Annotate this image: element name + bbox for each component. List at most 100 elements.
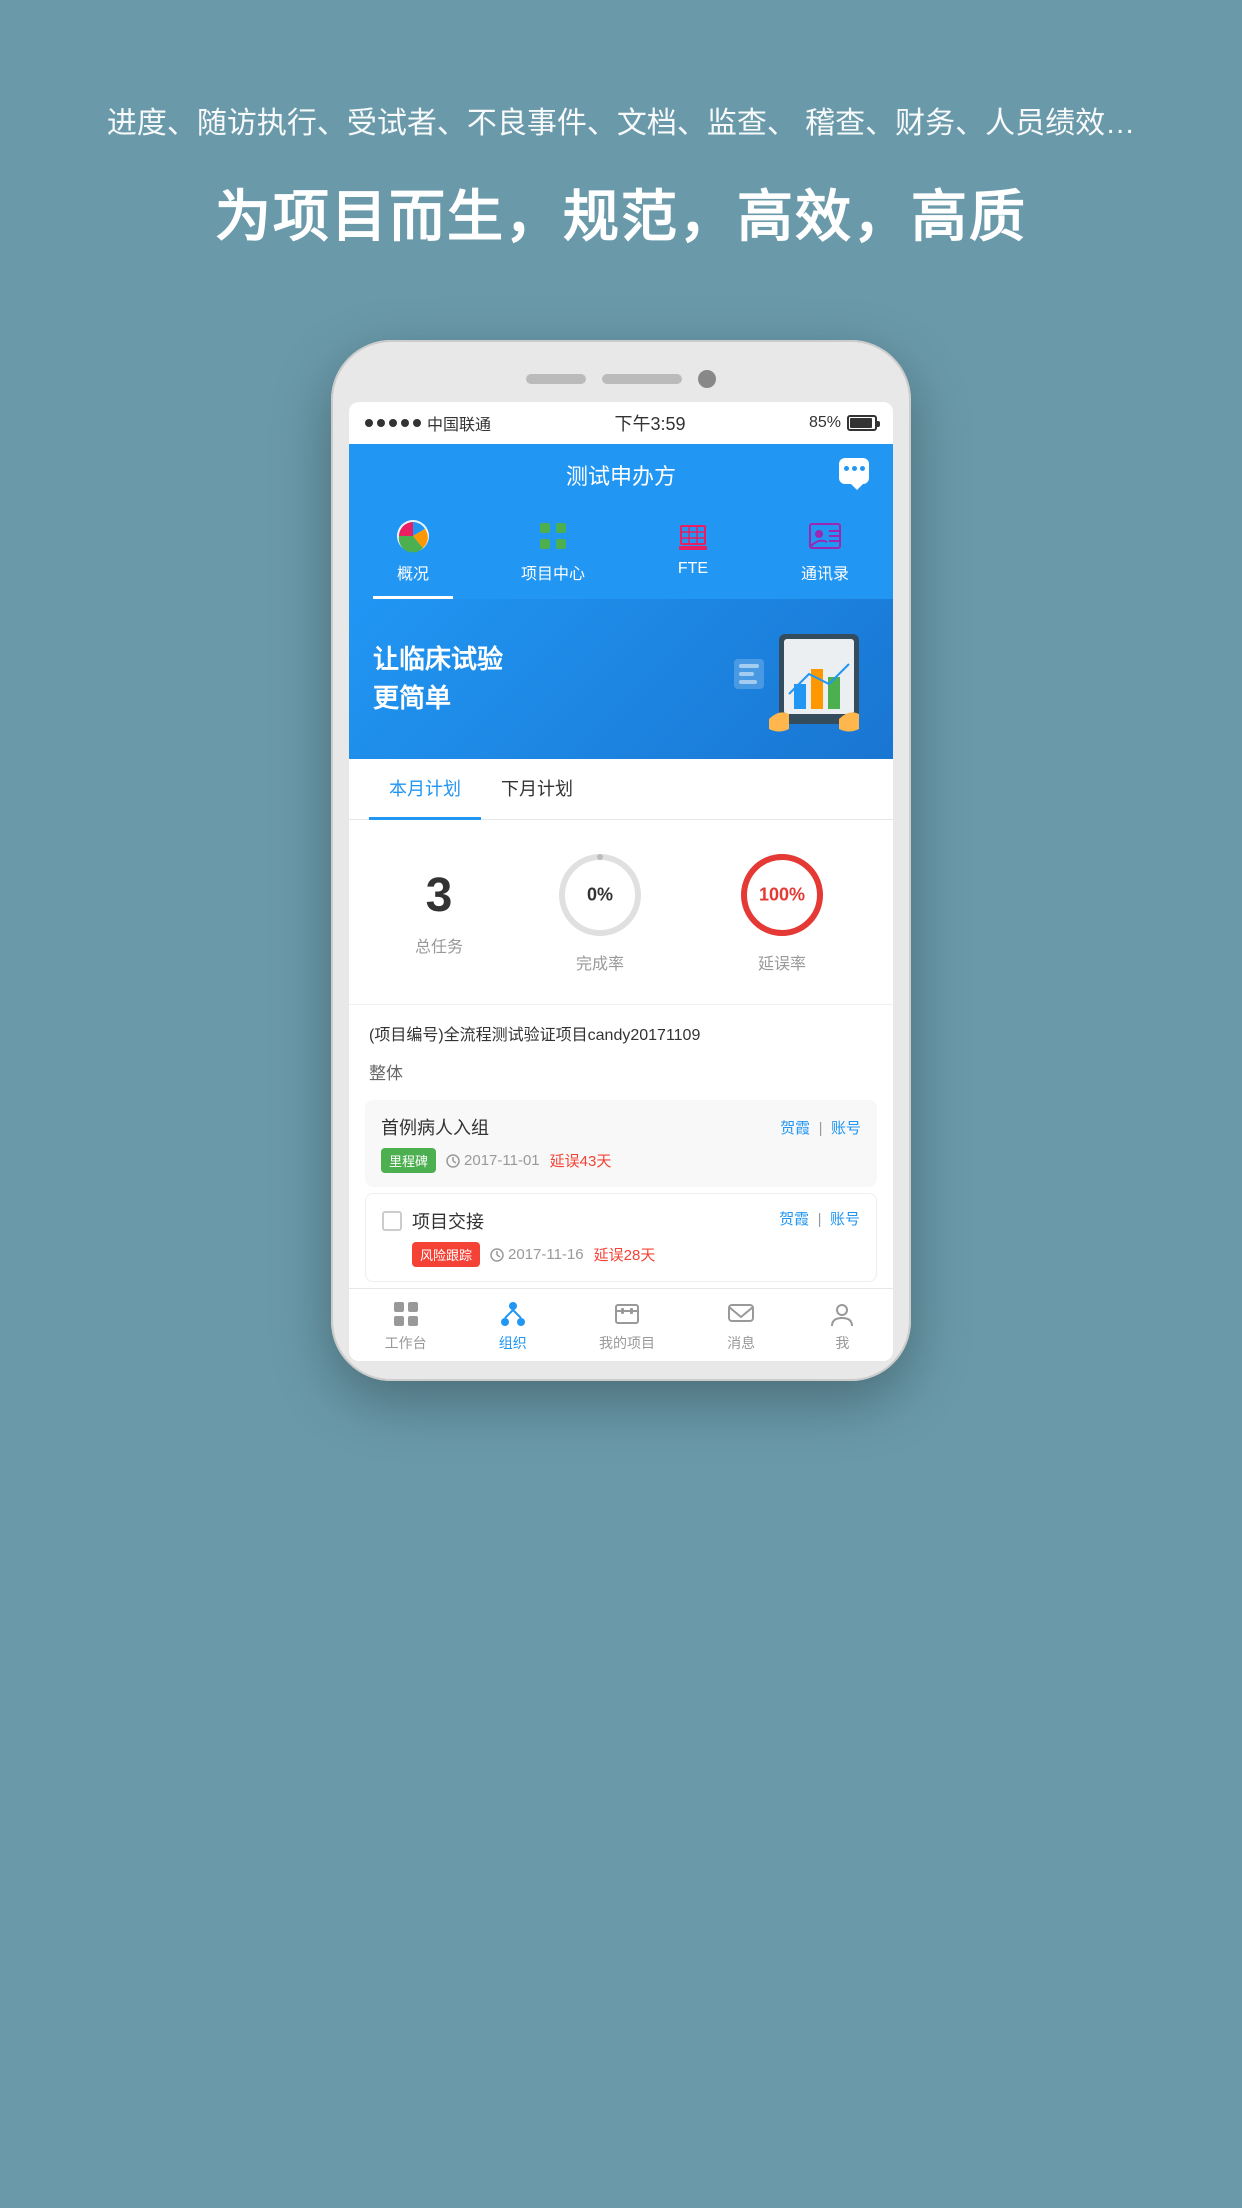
banner-illustration bbox=[729, 629, 869, 729]
clock: 下午3:59 bbox=[614, 410, 685, 436]
phone-speaker bbox=[526, 374, 586, 384]
task-1-delay: 延误43天 bbox=[550, 1150, 612, 1171]
completion-rate-label: 完成率 bbox=[576, 950, 624, 974]
tab-overview[interactable]: 概况 bbox=[373, 516, 453, 599]
bottom-nav-me[interactable]: 我 bbox=[827, 1299, 857, 1353]
task-2-name: 项目交接 bbox=[412, 1208, 484, 1234]
task-1-badge: 里程碑 bbox=[381, 1148, 436, 1173]
task-2-delay: 延误28天 bbox=[594, 1244, 656, 1265]
tab-project-label: 项目中心 bbox=[521, 560, 585, 584]
phone-top-hardware bbox=[349, 370, 893, 388]
total-tasks-value: 3 bbox=[426, 868, 453, 923]
stat-completion-rate: 0% 完成率 bbox=[555, 850, 645, 974]
contacts-icon bbox=[805, 516, 845, 556]
chat-icon[interactable] bbox=[839, 458, 873, 492]
main-nav-tabs: 概况 项目中心 bbox=[349, 506, 893, 599]
tab-project-center[interactable]: 项目中心 bbox=[501, 516, 605, 599]
tab-contacts[interactable]: 通讯录 bbox=[781, 516, 869, 599]
task-item-1[interactable]: 首例病人入组 贺霞 | 账号 里程碑 bbox=[365, 1100, 877, 1187]
bottom-nav-workbench[interactable]: 工作台 bbox=[385, 1299, 427, 1353]
task-2-checkbox[interactable] bbox=[382, 1211, 402, 1231]
top-title: 为项目而生，规范，高效，高质 bbox=[0, 172, 1242, 253]
delay-rate-value: 100% bbox=[759, 885, 805, 906]
plan-tab-next-month[interactable]: 下月计划 bbox=[481, 759, 593, 820]
clock-icon-2 bbox=[490, 1248, 504, 1262]
clock-icon bbox=[446, 1154, 460, 1168]
app-header: 测试申办方 bbox=[349, 444, 893, 506]
battery-percent: 85% bbox=[809, 414, 841, 432]
status-left: 中国联通 bbox=[365, 411, 491, 435]
task-2-assignees: 贺霞 | 账号 bbox=[779, 1208, 860, 1229]
task-1-assignee1: 贺霞 bbox=[780, 1120, 810, 1137]
fte-icon bbox=[673, 516, 713, 556]
delay-rate-label: 延误率 bbox=[758, 950, 806, 974]
phone-front-camera bbox=[698, 370, 716, 388]
plan-tabs: 本月计划 下月计划 bbox=[349, 759, 893, 820]
bottom-nav-org[interactable]: 组织 bbox=[498, 1299, 528, 1353]
tab-overview-label: 概况 bbox=[397, 560, 429, 584]
messages-icon bbox=[726, 1299, 756, 1329]
completion-circle: 0% bbox=[555, 850, 645, 940]
banner-text: 让临床试验 更简单 bbox=[373, 640, 729, 718]
delay-circle: 100% bbox=[737, 850, 827, 940]
top-subtitle: 进度、随访执行、受试者、不良事件、文档、监查、 稽查、财务、人员绩效… bbox=[0, 100, 1242, 148]
bottom-nav-messages[interactable]: 消息 bbox=[726, 1299, 756, 1353]
workbench-icon bbox=[391, 1299, 421, 1329]
task-2-date: 2017-11-16 bbox=[490, 1246, 584, 1263]
chat-dots bbox=[844, 466, 865, 471]
battery-area: 85% bbox=[809, 414, 877, 432]
phone-screen: 中国联通 下午3:59 85% 测试申办方 bbox=[349, 402, 893, 1361]
tab-contacts-label: 通讯录 bbox=[801, 560, 849, 584]
banner: 让临床试验 更简单 bbox=[349, 599, 893, 759]
chat-bubble-icon bbox=[839, 458, 869, 484]
task-1-assignee2: 账号 bbox=[831, 1120, 861, 1137]
stat-delay-rate: 100% 延误率 bbox=[737, 850, 827, 974]
messages-label: 消息 bbox=[727, 1333, 755, 1353]
task-1-header: 首例病人入组 贺霞 | 账号 bbox=[381, 1114, 861, 1140]
workbench-label: 工作台 bbox=[385, 1333, 427, 1353]
plan-tab-current-month[interactable]: 本月计划 bbox=[369, 759, 481, 820]
tab-fte[interactable]: FTE bbox=[653, 516, 733, 599]
project-group: 整体 bbox=[349, 1053, 893, 1094]
top-text-area: 进度、随访执行、受试者、不良事件、文档、监查、 稽查、财务、人员绩效… 为项目而… bbox=[0, 100, 1242, 253]
task-1-name: 首例病人入组 bbox=[381, 1114, 489, 1140]
status-bar: 中国联通 下午3:59 85% bbox=[349, 402, 893, 444]
bottom-navbar: 工作台 组织 bbox=[349, 1288, 893, 1361]
stat-total-tasks: 3 总任务 bbox=[415, 868, 463, 957]
bottom-nav-my-projects[interactable]: 我的项目 bbox=[599, 1299, 655, 1353]
task-1-meta: 里程碑 2017-11-01 延误43天 bbox=[381, 1148, 861, 1173]
phone-earpiece bbox=[602, 374, 682, 384]
task-2-header: 项目交接 贺霞 | 账号 bbox=[382, 1208, 860, 1234]
battery-fill bbox=[850, 418, 872, 428]
org-label: 组织 bbox=[499, 1333, 527, 1353]
task-2-badge: 风险跟踪 bbox=[412, 1242, 480, 1267]
project-name: (项目编号)全流程测试验证项目candy20171109 bbox=[349, 1005, 893, 1053]
tab-fte-label: FTE bbox=[678, 560, 708, 578]
carrier-label: 中国联通 bbox=[427, 411, 491, 435]
task-2-assignee1: 贺霞 bbox=[779, 1211, 809, 1228]
signal-dot bbox=[389, 419, 397, 427]
signal-dots bbox=[365, 419, 421, 427]
phone-shell: 中国联通 下午3:59 85% 测试申办方 bbox=[331, 340, 911, 1381]
signal-dot bbox=[413, 419, 421, 427]
stats-row: 3 总任务 0% 完成率 bbox=[349, 820, 893, 1005]
task-item-2[interactable]: 项目交接 贺霞 | 账号 风险跟踪 bbox=[365, 1193, 877, 1282]
project-center-icon bbox=[533, 516, 573, 556]
overview-icon bbox=[393, 516, 433, 556]
battery-icon bbox=[847, 415, 877, 431]
org-icon bbox=[498, 1299, 528, 1329]
me-label: 我 bbox=[835, 1333, 849, 1353]
my-projects-label: 我的项目 bbox=[599, 1333, 655, 1353]
completion-rate-value: 0% bbox=[587, 885, 613, 906]
phone-device: 中国联通 下午3:59 85% 测试申办方 bbox=[331, 340, 911, 1381]
task-2-assignee2: 账号 bbox=[830, 1211, 860, 1228]
plan-section: 本月计划 下月计划 3 总任务 bbox=[349, 759, 893, 1282]
task-2-meta: 风险跟踪 2017-11-16 延误28天 bbox=[412, 1242, 860, 1267]
app-title: 测试申办方 bbox=[403, 459, 839, 491]
total-tasks-label: 总任务 bbox=[415, 933, 463, 957]
me-icon bbox=[827, 1299, 857, 1329]
my-projects-icon bbox=[612, 1299, 642, 1329]
signal-dot bbox=[365, 419, 373, 427]
task-1-date: 2017-11-01 bbox=[446, 1152, 540, 1169]
signal-dot bbox=[401, 419, 409, 427]
